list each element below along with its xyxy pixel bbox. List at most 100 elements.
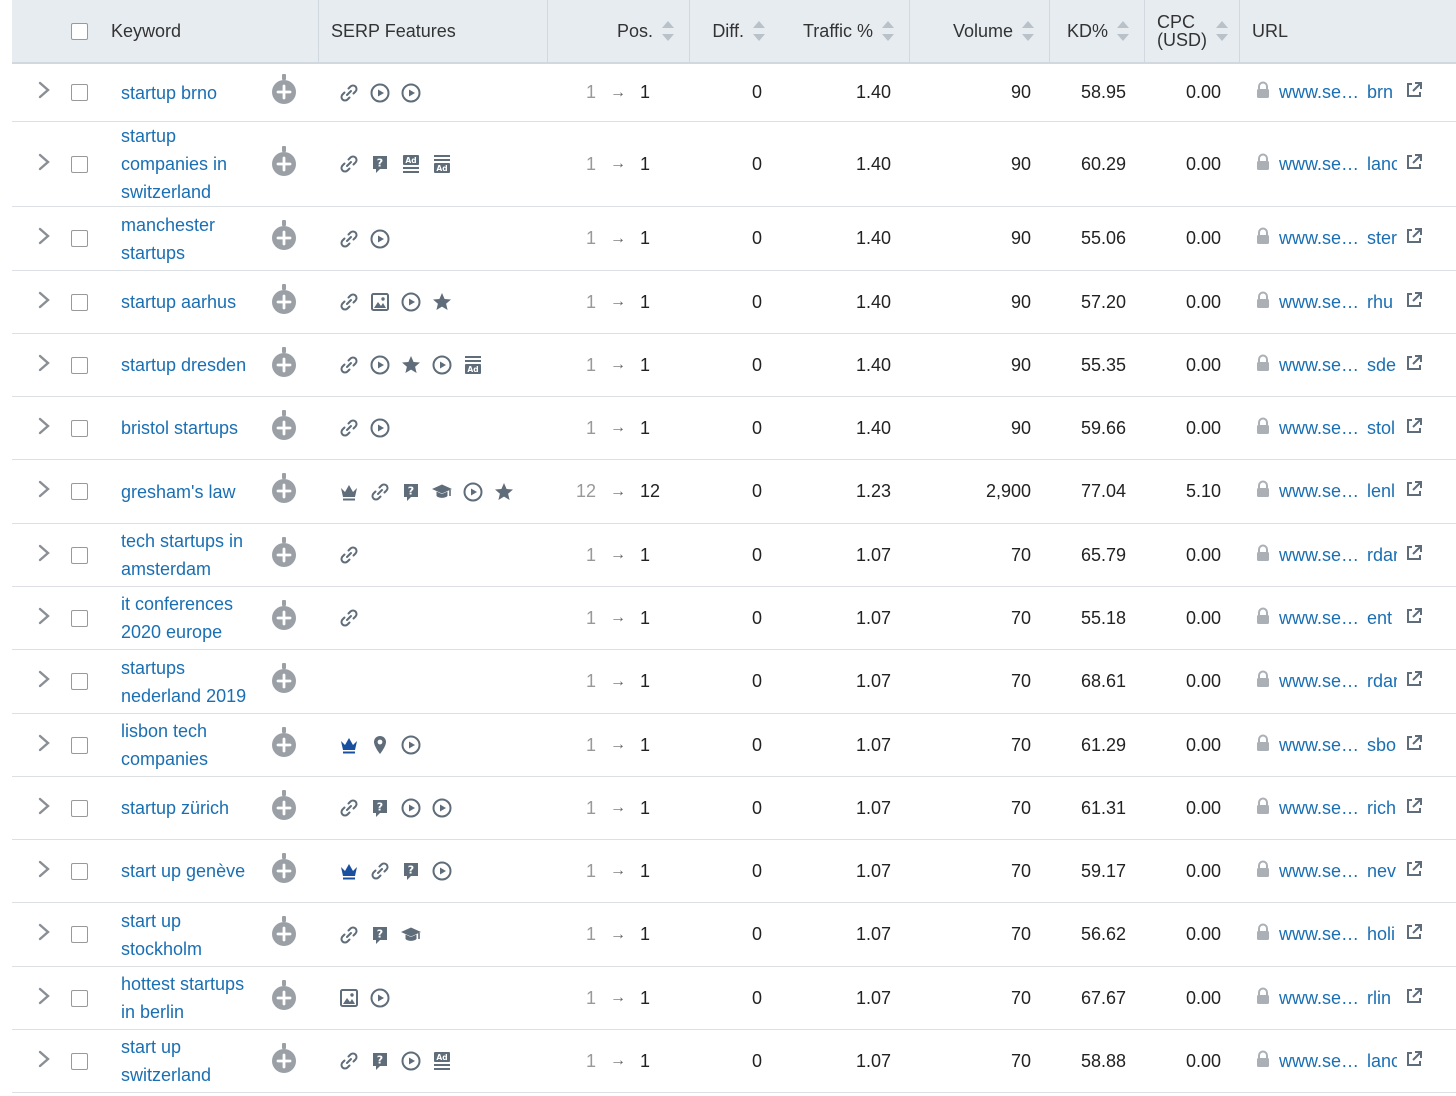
add-to-list-icon[interactable] <box>270 726 298 764</box>
chevron-right-icon[interactable] <box>22 354 50 377</box>
sort-icon[interactable] <box>752 20 766 42</box>
row-checkbox[interactable] <box>70 989 88 1007</box>
add-to-list-icon[interactable] <box>270 346 298 384</box>
keyword-link[interactable]: hottest startups in berlin <box>99 970 244 1026</box>
sort-icon[interactable] <box>1116 20 1130 42</box>
sort-icon[interactable] <box>1021 20 1035 42</box>
url-link[interactable]: www.se… <box>1279 735 1359 756</box>
url-tail[interactable]: brn <box>1367 82 1397 103</box>
row-checkbox[interactable] <box>70 419 88 437</box>
chevron-right-icon[interactable] <box>22 480 50 503</box>
row-checkbox[interactable] <box>70 546 88 564</box>
chevron-right-icon[interactable] <box>22 797 50 820</box>
row-checkbox[interactable] <box>70 155 88 173</box>
add-to-list-icon[interactable] <box>270 74 298 111</box>
row-checkbox[interactable] <box>70 1052 88 1070</box>
header-volume[interactable]: Volume <box>909 0 1049 64</box>
url-link[interactable]: www.se… <box>1279 924 1359 945</box>
select-all-checkbox[interactable] <box>70 22 88 40</box>
external-link-icon[interactable] <box>1405 291 1423 314</box>
url-link[interactable]: www.se… <box>1279 798 1359 819</box>
external-link-icon[interactable] <box>1405 987 1423 1010</box>
add-to-list-icon[interactable] <box>270 473 298 510</box>
keyword-link[interactable]: startup zürich <box>99 794 229 822</box>
url-tail[interactable]: stol <box>1367 418 1397 439</box>
url-tail[interactable]: ent <box>1367 608 1397 629</box>
url-tail[interactable]: nev <box>1367 861 1397 882</box>
url-tail[interactable]: sde <box>1367 355 1397 376</box>
url-tail[interactable]: sbo <box>1367 735 1397 756</box>
row-checkbox[interactable] <box>70 673 88 690</box>
chevron-right-icon[interactable] <box>22 544 50 567</box>
chevron-right-icon[interactable] <box>22 607 50 630</box>
external-link-icon[interactable] <box>1405 354 1423 377</box>
keyword-link[interactable]: gresham's law <box>99 478 235 506</box>
add-to-list-icon[interactable] <box>270 979 298 1017</box>
url-tail[interactable]: lanc <box>1367 1051 1397 1072</box>
url-link[interactable]: www.se… <box>1279 608 1359 629</box>
url-link[interactable]: www.se… <box>1279 671 1359 692</box>
add-to-list-icon[interactable] <box>270 663 298 700</box>
keyword-link[interactable]: start up switzerland <box>99 1033 211 1089</box>
sort-icon[interactable] <box>661 20 675 42</box>
row-checkbox[interactable] <box>70 609 88 627</box>
keyword-link[interactable]: tech startups in amsterdam <box>99 527 243 583</box>
row-checkbox[interactable] <box>70 84 88 101</box>
sort-icon[interactable] <box>1215 20 1229 42</box>
url-link[interactable]: www.se… <box>1279 418 1359 439</box>
external-link-icon[interactable] <box>1405 153 1423 176</box>
row-checkbox[interactable] <box>70 230 88 247</box>
row-checkbox[interactable] <box>70 293 88 311</box>
row-checkbox[interactable] <box>70 483 88 500</box>
url-link[interactable]: www.se… <box>1279 1051 1359 1072</box>
url-tail[interactable]: ster <box>1367 228 1397 249</box>
url-link[interactable]: www.se… <box>1279 988 1359 1009</box>
chevron-right-icon[interactable] <box>22 987 50 1010</box>
external-link-icon[interactable] <box>1405 734 1423 757</box>
keyword-link[interactable]: manchester startups <box>99 211 215 267</box>
header-diff[interactable]: Diff. <box>689 0 780 64</box>
external-link-icon[interactable] <box>1405 923 1423 946</box>
chevron-right-icon[interactable] <box>22 153 50 176</box>
keyword-link[interactable]: startup companies in switzerland <box>99 122 227 206</box>
url-link[interactable]: www.se… <box>1279 355 1359 376</box>
external-link-icon[interactable] <box>1405 607 1423 630</box>
url-tail[interactable]: rhu <box>1367 292 1397 313</box>
chevron-right-icon[interactable] <box>22 1050 50 1073</box>
url-tail[interactable]: rdar <box>1367 545 1397 566</box>
keyword-link[interactable]: startup aarhus <box>99 288 236 316</box>
keyword-link[interactable]: bristol startups <box>99 414 238 442</box>
keyword-link[interactable]: it conferences 2020 europe <box>99 590 233 646</box>
add-to-list-icon[interactable] <box>270 409 298 447</box>
url-tail[interactable]: rich <box>1367 798 1397 819</box>
url-link[interactable]: www.se… <box>1279 481 1359 502</box>
row-checkbox[interactable] <box>70 736 88 754</box>
chevron-right-icon[interactable] <box>22 923 50 946</box>
add-to-list-icon[interactable] <box>270 916 298 953</box>
row-checkbox[interactable] <box>70 926 88 943</box>
add-to-list-icon[interactable] <box>270 283 298 321</box>
chevron-right-icon[interactable] <box>22 291 50 314</box>
header-keyword[interactable]: Keyword <box>99 0 318 64</box>
add-to-list-icon[interactable] <box>270 852 298 890</box>
keyword-link[interactable]: startups nederland 2019 <box>99 654 246 710</box>
add-to-list-icon[interactable] <box>270 536 298 574</box>
row-checkbox[interactable] <box>70 356 88 374</box>
external-link-icon[interactable] <box>1405 81 1423 104</box>
external-link-icon[interactable] <box>1405 227 1423 250</box>
chevron-right-icon[interactable] <box>22 670 50 693</box>
url-tail[interactable]: rlin <box>1367 988 1397 1009</box>
keyword-link[interactable]: startup brno <box>99 79 217 107</box>
add-to-list-icon[interactable] <box>270 789 298 827</box>
url-tail[interactable]: lanc <box>1367 154 1397 175</box>
chevron-right-icon[interactable] <box>22 860 50 883</box>
external-link-icon[interactable] <box>1405 1050 1423 1073</box>
external-link-icon[interactable] <box>1405 544 1423 567</box>
url-tail[interactable]: holi <box>1367 924 1397 945</box>
url-tail[interactable]: lenl <box>1367 481 1397 502</box>
sort-icon[interactable] <box>881 20 895 42</box>
chevron-right-icon[interactable] <box>22 227 50 250</box>
header-cpc[interactable]: CPC (USD) <box>1144 0 1239 64</box>
url-link[interactable]: www.se… <box>1279 228 1359 249</box>
chevron-right-icon[interactable] <box>22 734 50 757</box>
